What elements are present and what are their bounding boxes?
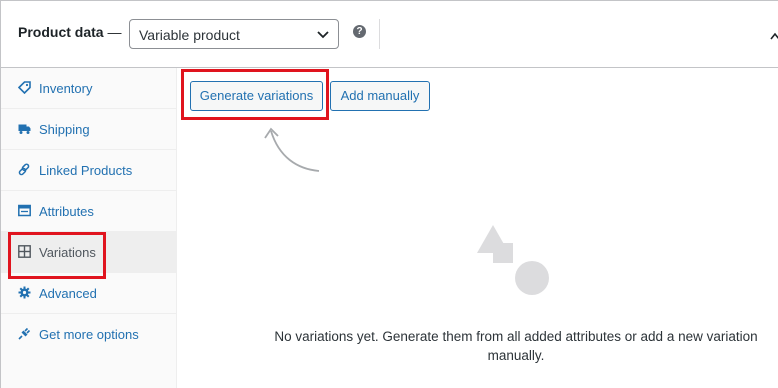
sidebar-item-label: Advanced <box>39 286 97 301</box>
sidebar-item-attributes[interactable]: Attributes <box>1 191 177 232</box>
panel-title-dash: — <box>107 24 122 40</box>
help-icon[interactable]: ? <box>353 25 366 38</box>
product-type-select[interactable]: Variable product <box>129 19 339 49</box>
chevron-up-icon[interactable] <box>769 31 778 41</box>
product-data-panel: Product data — Variable product ? Invent… <box>0 0 778 388</box>
curved-arrow-icon <box>264 127 320 172</box>
sidebar-item-label: Attributes <box>39 204 94 219</box>
header-divider <box>379 19 380 49</box>
sidebar-item-label: Inventory <box>39 81 93 96</box>
variations-tab-highlight <box>8 232 106 279</box>
sidebar-item-inventory[interactable]: Inventory <box>1 68 177 109</box>
panel-title: Product data — <box>18 24 121 40</box>
truck-icon <box>18 124 31 134</box>
sidebar-item-linked-products[interactable]: Linked Products <box>1 150 177 191</box>
tag-icon <box>18 81 31 94</box>
add-manually-button[interactable]: Add manually <box>330 81 430 111</box>
product-data-header: Product data — Variable product ? <box>1 1 778 68</box>
sidebar-item-shipping[interactable]: Shipping <box>1 109 177 150</box>
gear-icon <box>18 286 31 299</box>
sidebar-item-label: Get more options <box>39 327 139 342</box>
sidebar-item-label: Shipping <box>39 122 90 137</box>
empty-shapes-icon <box>477 225 549 295</box>
chevron-down-icon <box>317 31 329 39</box>
product-data-tabs: Inventory Shipping Linked Products Attri… <box>1 68 177 388</box>
table-icon <box>18 204 31 217</box>
plugin-icon <box>18 327 31 340</box>
panel-title-text: Product data <box>18 24 104 40</box>
link-icon <box>18 163 30 176</box>
sidebar-item-label: Linked Products <box>39 163 133 178</box>
empty-state-message: No variations yet. Generate them from al… <box>274 329 758 363</box>
generate-button-highlight <box>181 69 329 120</box>
sidebar-item-get-more-options[interactable]: Get more options <box>1 314 177 355</box>
product-type-value: Variable product <box>139 27 240 43</box>
sidebar-item-advanced[interactable]: Advanced <box>1 273 177 314</box>
